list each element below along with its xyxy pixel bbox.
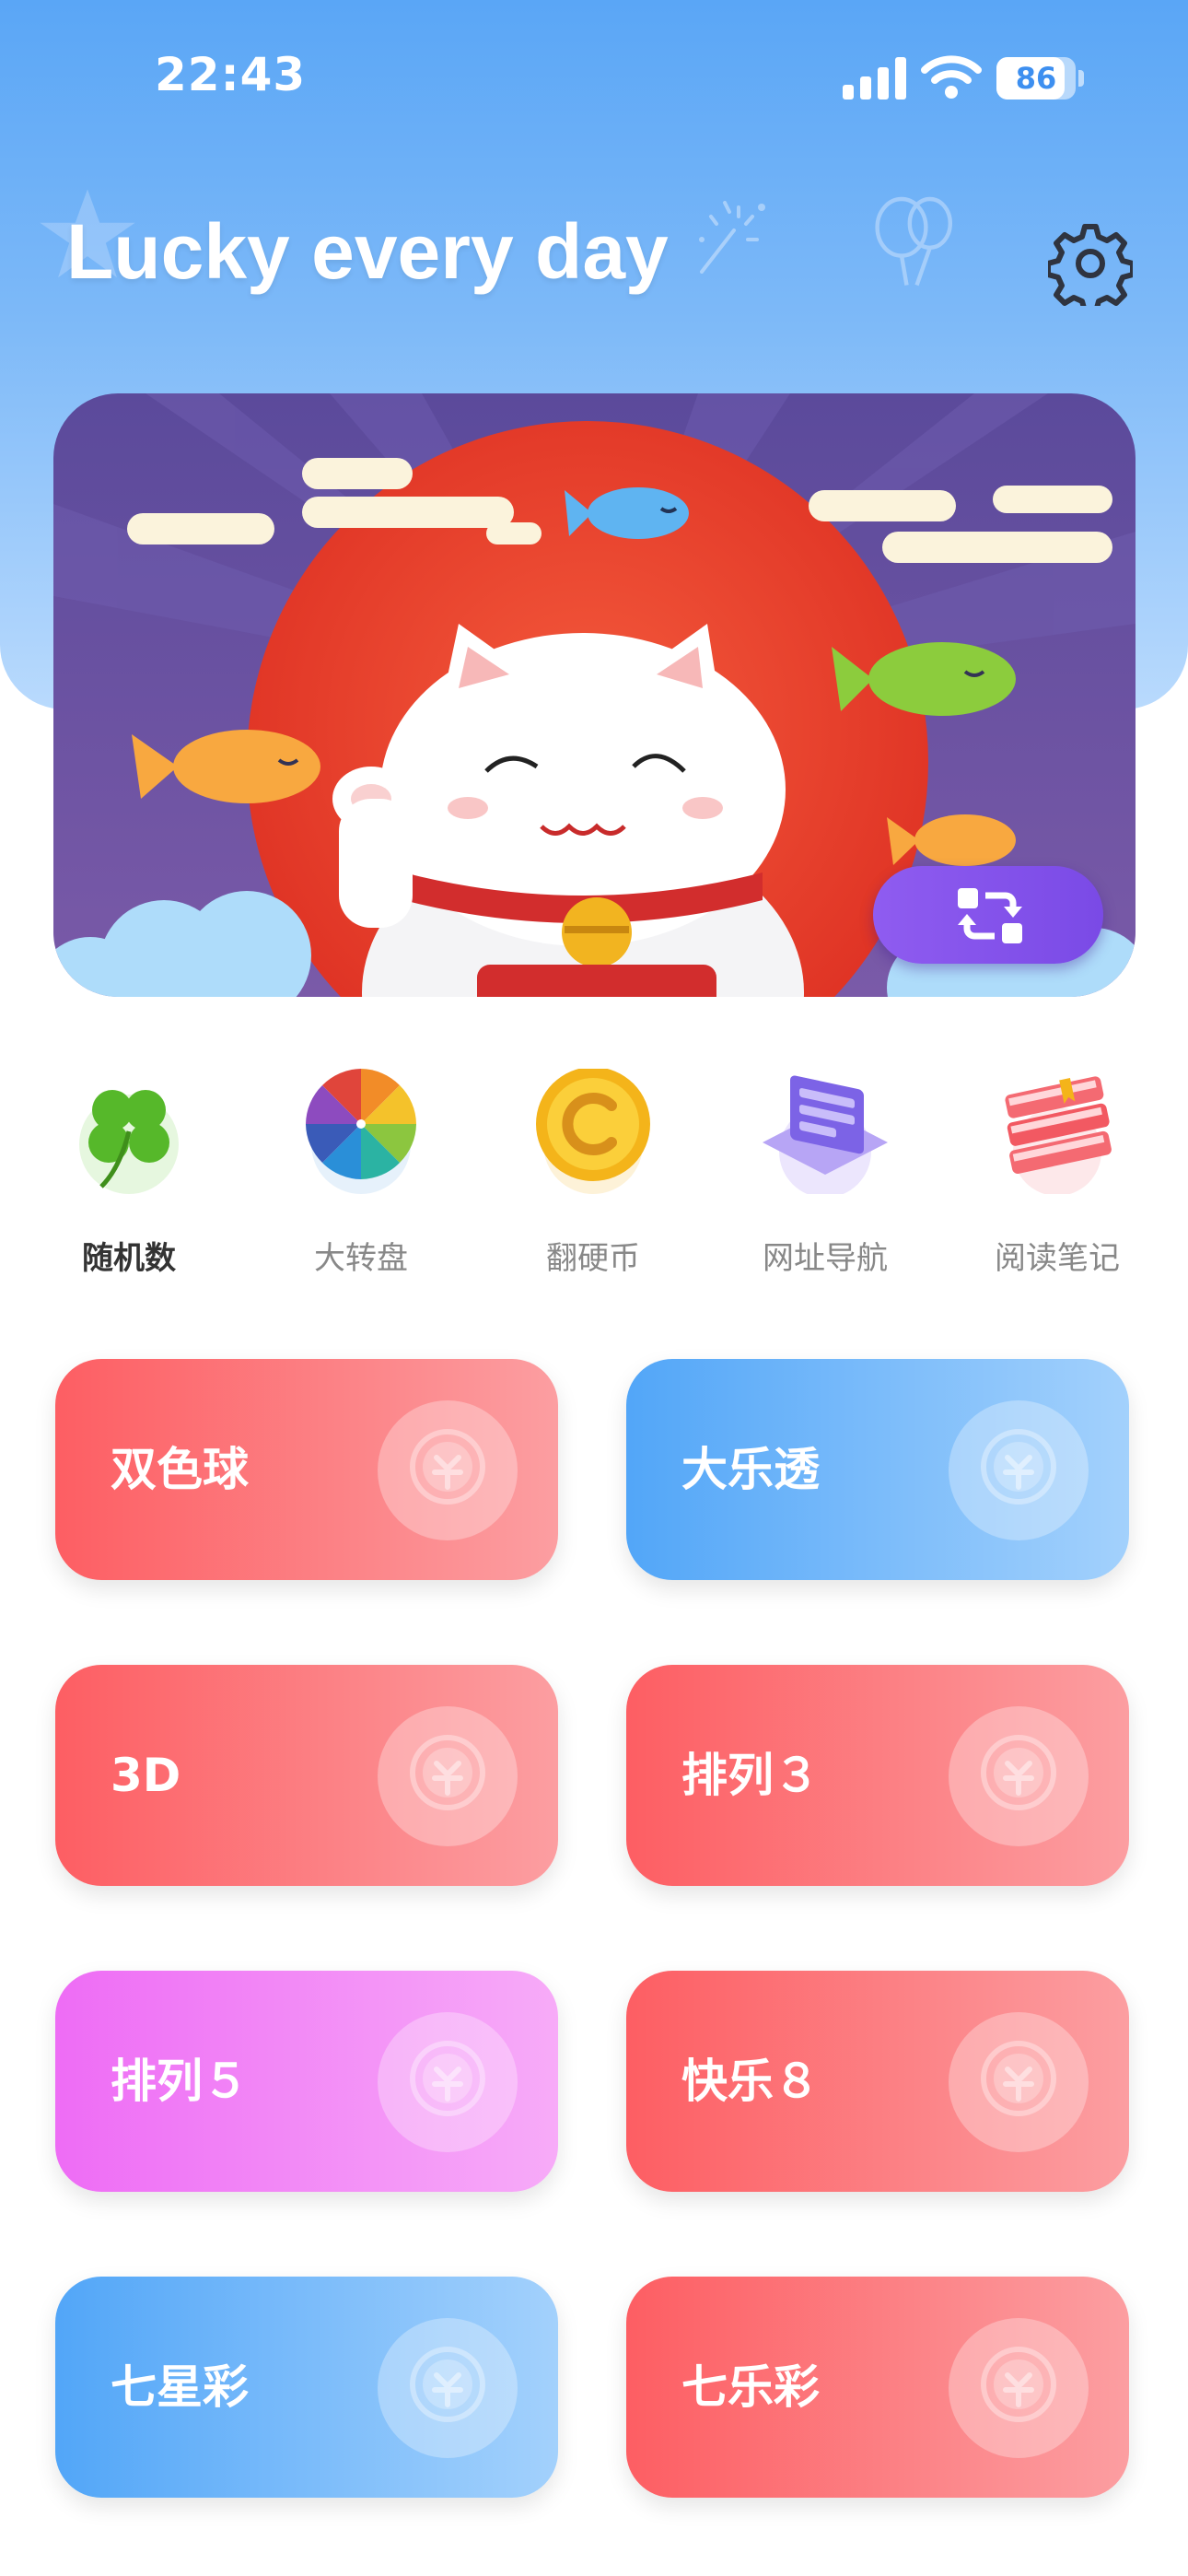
tool-random-number[interactable]: 随机数 bbox=[28, 1069, 230, 1290]
coin-icon bbox=[536, 1069, 650, 1194]
lottery-card-title: 七乐彩 bbox=[681, 2360, 820, 2414]
lottery-card-title: 排列５ bbox=[111, 2055, 249, 2108]
yuan-coin-icon bbox=[949, 2318, 1089, 2458]
lottery-card[interactable]: 排列３ bbox=[626, 1665, 1129, 1886]
clover-icon bbox=[79, 1090, 179, 1194]
lottery-card[interactable]: 快乐８ bbox=[626, 1971, 1129, 2192]
books-icon bbox=[1005, 1076, 1112, 1194]
tool-reading-notes[interactable]: 阅读笔记 bbox=[956, 1069, 1159, 1290]
yuan-coin-icon bbox=[378, 1706, 518, 1846]
wifi-icon bbox=[921, 55, 982, 99]
lottery-card-title: 排列３ bbox=[681, 1749, 820, 1802]
wheel-icon bbox=[306, 1069, 416, 1194]
yuan-coin-icon bbox=[949, 2012, 1089, 2152]
switch-image-button[interactable] bbox=[873, 866, 1103, 964]
battery-indicator: 86 bbox=[996, 57, 1085, 100]
lottery-card-title: 大乐透 bbox=[681, 1443, 820, 1496]
tool-web-navigation[interactable]: 网址导航 bbox=[724, 1069, 926, 1290]
yuan-coin-icon bbox=[949, 1400, 1089, 1540]
tool-spin-wheel[interactable]: 大转盘 bbox=[260, 1069, 462, 1290]
lottery-card[interactable]: 七星彩 bbox=[55, 2277, 558, 2498]
yuan-coin-icon bbox=[949, 1706, 1089, 1846]
tool-coin-flip[interactable]: 翻硬币 bbox=[492, 1069, 694, 1290]
page-title: Lucky every day bbox=[66, 208, 669, 295]
lottery-card[interactable]: 七乐彩 bbox=[626, 2277, 1129, 2498]
lottery-card[interactable]: 3D bbox=[55, 1665, 558, 1886]
lottery-card-title: 七星彩 bbox=[111, 2360, 249, 2414]
lottery-card[interactable]: 大乐透 bbox=[626, 1359, 1129, 1580]
lottery-card[interactable]: 排列５ bbox=[55, 1971, 558, 2192]
lottery-card[interactable]: 双色球 bbox=[55, 1359, 558, 1580]
yuan-coin-icon bbox=[378, 2012, 518, 2152]
yuan-coin-icon bbox=[378, 1400, 518, 1540]
lottery-card-title: 快乐８ bbox=[681, 2055, 820, 2108]
battery-percent: 86 bbox=[1015, 61, 1057, 96]
lottery-card-title: 双色球 bbox=[111, 1443, 249, 1496]
tool-grid: 随机数 大转盘 翻硬币 网址导航 阅读笔记 bbox=[0, 1069, 1188, 1290]
settings-gear-icon[interactable] bbox=[1048, 221, 1133, 306]
sparkle-decoration-icon bbox=[699, 201, 765, 274]
browser-icon bbox=[763, 1075, 888, 1194]
cellular-signal-icon bbox=[843, 57, 906, 100]
status-bar: 22:43 86 bbox=[0, 0, 1188, 157]
lottery-card-title: 3D bbox=[111, 1749, 181, 1802]
balloon-decoration-icon bbox=[875, 196, 952, 287]
status-time: 22:43 bbox=[155, 48, 307, 101]
yuan-coin-icon bbox=[378, 2318, 518, 2458]
swap-arrows-icon bbox=[958, 888, 1022, 943]
